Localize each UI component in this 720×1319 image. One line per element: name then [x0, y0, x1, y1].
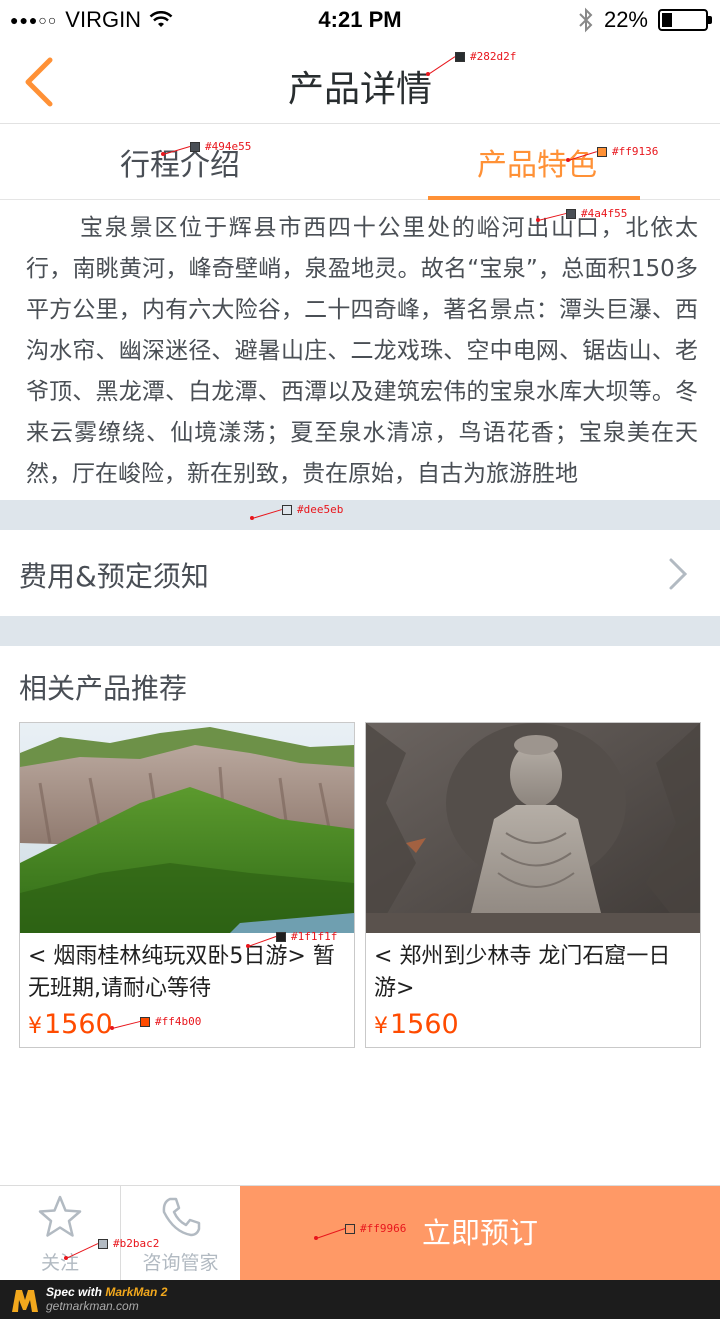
color-hex: #1f1f1f — [291, 930, 338, 943]
color-swatch — [282, 504, 292, 515]
markman-brand: MarkMan 2 — [105, 1285, 168, 1299]
color-hex: #ff9136 — [612, 145, 659, 158]
follow-button[interactable]: 关注 — [0, 1186, 120, 1281]
color-hex: #4a4f55 — [581, 207, 628, 220]
color-hex: #b2bac2 — [113, 1237, 160, 1250]
color-hex: #494e55 — [205, 140, 252, 153]
battery-percent: 22% — [603, 7, 648, 32]
product-name: < 郑州到少林寺 龙门石窟一日 游> — [374, 944, 671, 1001]
product-image-buddha — [366, 723, 700, 933]
product-description: 宝泉景区位于辉县市西四十公里处的峪河出山口，北依太行，南眺黄河，峰奇壁峭，泉盈地… — [26, 215, 698, 487]
product-card[interactable]: < 郑州到少林寺 龙门石窟一日 游> ¥1560 — [365, 722, 701, 1048]
color-hex: #dee5eb — [297, 503, 344, 516]
price-value: 1560 — [44, 1009, 113, 1040]
phone-icon — [162, 1197, 200, 1237]
spec-color-label: #b2bac2 — [98, 1237, 159, 1250]
status-right: 22% — [578, 7, 712, 33]
spec-color-label: #1f1f1f — [276, 930, 337, 943]
color-hex: #ff9966 — [360, 1222, 407, 1235]
follow-label: 关注 — [40, 1252, 79, 1274]
color-swatch — [345, 1223, 355, 1234]
product-name: < 烟雨桂林纯玩双卧5日游> 暂无班期,请耐心等待 — [28, 944, 335, 1001]
section-divider — [0, 616, 720, 646]
fees-label: 费用&预定须知 — [19, 560, 209, 593]
color-hex: #282d2f — [470, 50, 517, 63]
tab-bar: 行程介绍 产品特色 — [0, 124, 720, 200]
spec-color-label: #4a4f55 — [566, 207, 627, 220]
markman-prefix: Spec with — [46, 1285, 106, 1299]
spec-color-label: #494e55 — [190, 140, 251, 153]
product-price: ¥1560 — [374, 1009, 459, 1040]
color-swatch — [140, 1016, 150, 1027]
page-title: 产品详情 — [287, 69, 432, 110]
spec-color-label: #dee5eb — [282, 503, 343, 516]
currency-symbol: ¥ — [28, 1014, 42, 1039]
section-divider — [0, 500, 720, 530]
color-swatch — [455, 51, 465, 62]
tab-features[interactable]: 产品特色 — [477, 140, 597, 184]
consult-label: 咨询管家 — [142, 1252, 219, 1274]
fees-booking-notice-row[interactable]: 费用&预定须知 — [0, 530, 720, 616]
color-swatch — [566, 208, 576, 219]
recommend-title: 相关产品推荐 — [19, 672, 188, 705]
currency-symbol: ¥ — [374, 1014, 388, 1039]
markman-watermark: Spec with MarkMan 2 getmarkman.com — [0, 1280, 720, 1319]
nav-bar: 产品详情 — [0, 40, 720, 124]
markman-logo — [12, 1290, 38, 1312]
spec-color-label: #282d2f — [455, 50, 516, 63]
product-image-mountain — [20, 723, 354, 933]
markman-site: getmarkman.com — [46, 1299, 139, 1313]
product-price: ¥1560 — [28, 1009, 113, 1040]
star-icon — [38, 1195, 82, 1237]
spec-color-label: #ff9966 — [345, 1222, 406, 1235]
status-bar: ●●●○○ VIRGIN 4:21 PM 22% — [0, 0, 720, 40]
battery-icon — [658, 9, 712, 31]
color-swatch — [276, 931, 286, 942]
markman-text: Spec with MarkMan 2 getmarkman.com — [46, 1285, 167, 1313]
spec-color-label: #ff4b00 — [140, 1015, 201, 1028]
battery-level — [662, 13, 673, 27]
product-card[interactable]: < 烟雨桂林纯玩双卧5日游> 暂无班期,请耐心等待 ¥1560 — [19, 722, 355, 1048]
bluetooth-icon — [579, 7, 593, 33]
active-tab-indicator — [428, 196, 640, 200]
chevron-right-icon — [669, 558, 688, 590]
color-hex: #ff4b00 — [155, 1015, 202, 1028]
price-value: 1560 — [390, 1009, 459, 1040]
color-swatch — [190, 141, 200, 152]
color-swatch — [597, 146, 607, 157]
consult-butler-button[interactable]: 咨询管家 — [120, 1186, 240, 1281]
color-swatch — [98, 1238, 108, 1249]
spec-color-label: #ff9136 — [597, 145, 658, 158]
book-now-button[interactable]: 立即预订 — [240, 1186, 720, 1281]
